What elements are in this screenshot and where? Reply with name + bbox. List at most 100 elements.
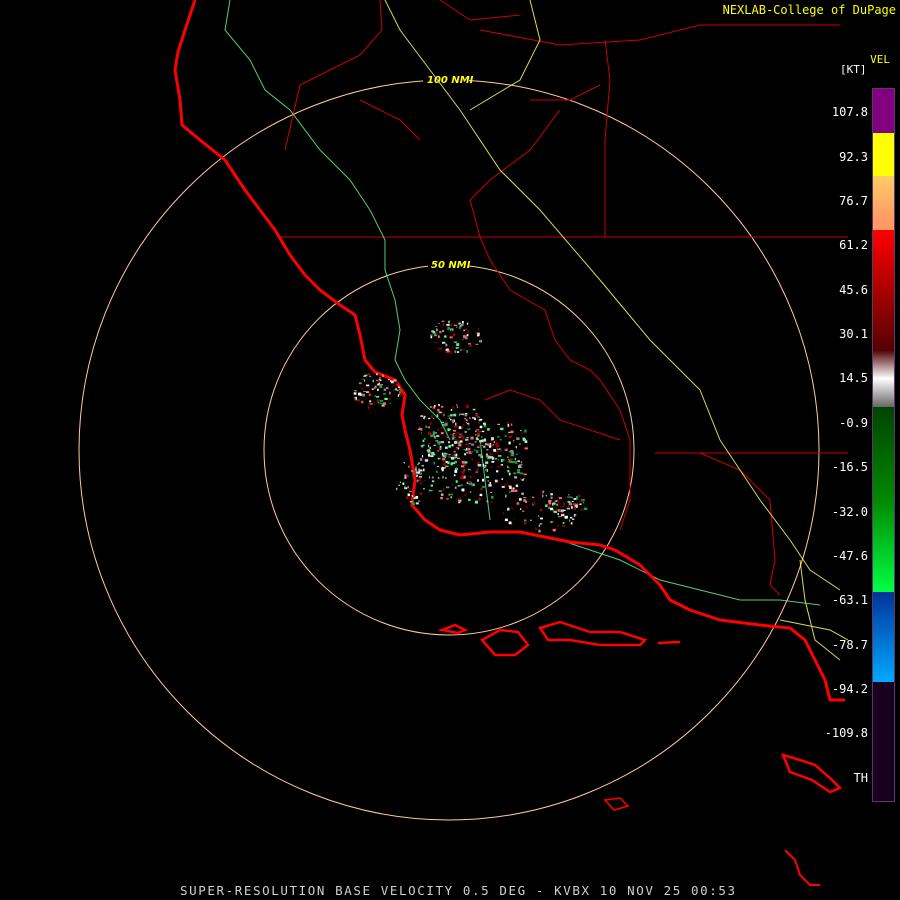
echo-pixel bbox=[464, 438, 466, 440]
echo-pixel bbox=[442, 323, 445, 326]
echo-pixel bbox=[399, 481, 401, 484]
echo-pixel bbox=[510, 430, 514, 434]
echo-pixel bbox=[462, 438, 465, 441]
echo-pixel bbox=[472, 416, 475, 419]
echo-pixel bbox=[483, 459, 486, 461]
legend-tick: -78.7 bbox=[831, 638, 868, 652]
echo-pixel bbox=[450, 496, 452, 499]
echo-pixel bbox=[523, 478, 525, 480]
echo-pixel bbox=[455, 422, 457, 426]
echo-pixel bbox=[534, 527, 538, 531]
echo-pixel bbox=[416, 479, 419, 483]
echo-pixel bbox=[524, 429, 527, 433]
echo-pixel bbox=[570, 522, 573, 525]
echo-pixel bbox=[487, 443, 491, 446]
echo-pixel bbox=[550, 493, 553, 496]
echo-pixel bbox=[508, 472, 511, 476]
echo-pixel bbox=[562, 522, 565, 524]
echo-pixel bbox=[422, 455, 424, 458]
echo-pixel bbox=[420, 472, 422, 474]
echo-pixel bbox=[525, 506, 528, 509]
echo-pixel bbox=[416, 471, 420, 474]
echo-pixel bbox=[451, 462, 455, 465]
echo-pixel bbox=[466, 334, 469, 337]
echo-pixel bbox=[552, 528, 556, 532]
echo-pixel bbox=[481, 436, 483, 438]
echo-pixel bbox=[520, 432, 524, 434]
echo-pixel bbox=[418, 468, 420, 472]
echo-pixel bbox=[420, 458, 423, 461]
echo-pixel bbox=[468, 498, 471, 501]
legend-tick: -47.6 bbox=[831, 549, 868, 563]
echo-pixel bbox=[491, 448, 493, 451]
ring-label-100: 100 NMI bbox=[427, 75, 474, 86]
echo-pixel bbox=[420, 473, 422, 476]
echo-pixel bbox=[468, 422, 470, 426]
echo-pixel bbox=[487, 455, 490, 459]
echo-pixel bbox=[441, 421, 445, 423]
echo-pixel bbox=[514, 476, 518, 479]
echo-pixel bbox=[429, 451, 431, 454]
island-anacapa bbox=[657, 640, 681, 645]
echo-pixel bbox=[517, 463, 520, 466]
echo-pixel bbox=[474, 441, 477, 443]
echo-pixel bbox=[567, 501, 571, 503]
echo-pixel bbox=[463, 448, 466, 451]
echo-pixel bbox=[430, 336, 433, 339]
echo-pixel bbox=[438, 335, 440, 338]
echo-pixel bbox=[478, 444, 482, 446]
echo-pixel bbox=[433, 453, 436, 456]
radar-map: 100 NMI 50 NMI bbox=[78, 0, 849, 886]
echo-pixel bbox=[436, 470, 438, 473]
echo-pixel bbox=[540, 490, 543, 492]
echo-pixel bbox=[504, 483, 508, 486]
echo-pixel bbox=[453, 474, 456, 477]
echo-pixel bbox=[404, 476, 407, 479]
echo-pixel bbox=[474, 500, 478, 504]
echo-pixel bbox=[516, 453, 518, 455]
echo-pixel bbox=[444, 455, 446, 458]
echo-pixel bbox=[519, 464, 523, 466]
echo-pixel bbox=[406, 496, 409, 500]
echo-pixel bbox=[443, 425, 447, 427]
island-san-miguel bbox=[437, 623, 468, 635]
echo-pixel bbox=[442, 463, 446, 466]
echo-pixel bbox=[489, 452, 493, 456]
echo-pixel bbox=[496, 470, 499, 473]
echo-pixel bbox=[557, 525, 560, 527]
echo-pixel bbox=[442, 330, 445, 332]
echo-pixel bbox=[485, 468, 488, 471]
echo-pixel bbox=[567, 505, 569, 507]
echo-pixel bbox=[437, 428, 439, 431]
echo-pixel bbox=[520, 430, 522, 432]
echo-pixel bbox=[455, 480, 458, 483]
echo-pixel bbox=[456, 326, 458, 328]
echo-pixel bbox=[513, 472, 517, 475]
echo-pixel bbox=[404, 486, 406, 490]
echo-pixel bbox=[514, 457, 516, 461]
echo-pixel bbox=[556, 503, 558, 506]
echo-pixel bbox=[450, 419, 452, 421]
echo-pixel bbox=[510, 450, 514, 453]
echo-pixel bbox=[515, 484, 519, 488]
echo-pixel bbox=[540, 517, 543, 520]
echo-pixel bbox=[505, 494, 507, 498]
echo-pixel bbox=[560, 509, 564, 513]
echo-pixel bbox=[508, 431, 511, 434]
echo-pixel bbox=[475, 434, 477, 436]
legend-tick: 76.7 bbox=[839, 194, 868, 208]
echo-pixel bbox=[485, 455, 488, 458]
echo-pixel bbox=[458, 426, 462, 429]
echo-pixel bbox=[440, 496, 443, 500]
echo-pixel bbox=[451, 346, 454, 349]
echo-pixel bbox=[383, 388, 387, 391]
echo-pixel bbox=[361, 378, 364, 380]
echo-pixel bbox=[482, 463, 484, 467]
echo-pixel bbox=[438, 404, 440, 407]
echo-pixel bbox=[447, 441, 450, 444]
echo-pixel bbox=[471, 458, 474, 461]
echo-pixel bbox=[509, 491, 511, 493]
echo-pixel bbox=[538, 524, 541, 527]
echo-pixel bbox=[458, 458, 461, 461]
echo-pixel bbox=[466, 405, 469, 408]
